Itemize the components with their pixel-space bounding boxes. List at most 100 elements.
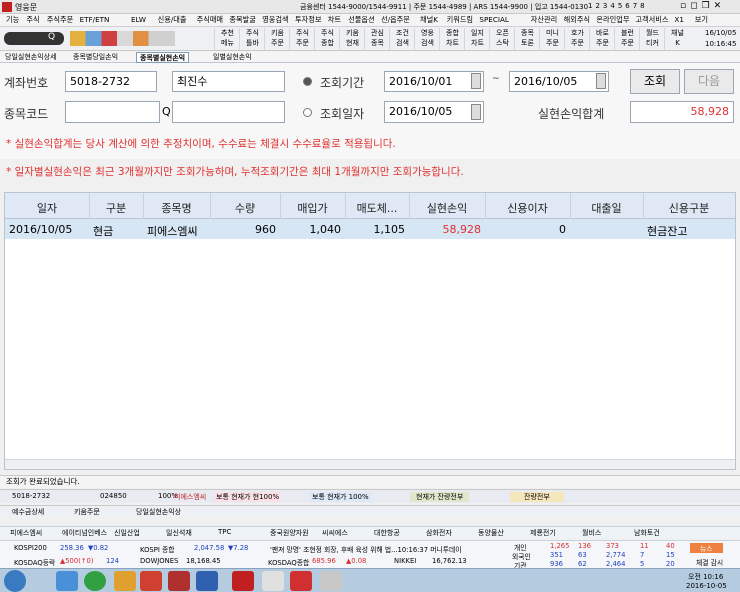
app3-icon[interactable]	[168, 571, 190, 591]
menu-item[interactable]: 주식	[26, 15, 39, 25]
chrome-icon[interactable]	[84, 571, 106, 591]
news-headline[interactable]: '팬져 망명' 조현정 회장, 후배 육성 위해 법...10:16:37 머니…	[270, 544, 502, 554]
heroes-icon[interactable]	[232, 571, 254, 591]
stock-item[interactable]: 일신석재	[166, 528, 192, 538]
menu-item[interactable]: 선/옵주문	[381, 15, 410, 25]
menu-item[interactable]: ETF/ETN	[80, 15, 110, 24]
stock-item[interactable]: 삼화전자	[426, 528, 452, 538]
menu-item[interactable]: 보기	[695, 15, 708, 25]
next-button[interactable]: 다음	[684, 69, 734, 94]
menu-item[interactable]: 영웅검색	[262, 15, 288, 25]
page-selector[interactable]: 12345678	[588, 2, 648, 10]
order-t3[interactable]: 현재가 잔량전부	[410, 492, 470, 502]
ie-icon[interactable]	[56, 571, 78, 591]
menu-item[interactable]: 해외주식	[564, 15, 590, 25]
menu-item[interactable]: 채널K	[420, 15, 438, 25]
order-account[interactable]: 5018-2732	[12, 492, 50, 500]
stock-item[interactable]: 씨씨에스	[322, 528, 348, 538]
window-tab[interactable]: 키움주문	[74, 507, 100, 517]
start-button[interactable]	[4, 570, 26, 592]
toolbar-button[interactable]: 바로 주문	[589, 28, 615, 50]
menu-item[interactable]: 키워드림	[447, 15, 473, 25]
window-tab[interactable]: 예수금상세	[12, 507, 44, 517]
day-radio[interactable]	[303, 108, 312, 117]
tab-1[interactable]: 종목별당일손익	[70, 52, 121, 63]
stock-item[interactable]: 중국원양자원	[270, 528, 309, 538]
order-code[interactable]: 024850	[100, 492, 127, 500]
menu-item[interactable]: 투자정보	[295, 15, 321, 25]
tab-0[interactable]: 당일실현손익상세	[2, 52, 60, 63]
order-t4[interactable]: 잔량전부	[510, 492, 564, 502]
stock-item[interactable]: 남화토건	[634, 528, 660, 538]
stock-item[interactable]: 신일산업	[114, 528, 140, 538]
stock-item[interactable]: TPC	[218, 528, 231, 536]
calendar-icon[interactable]	[471, 104, 481, 120]
app4-icon[interactable]	[196, 571, 218, 591]
menu-item[interactable]: ELW	[131, 15, 146, 24]
toolbar-button[interactable]: 오픈 스탁	[489, 28, 515, 50]
menu-item[interactable]: 주식매매	[197, 15, 223, 25]
date-from-input[interactable]: 2016/10/01	[384, 71, 484, 92]
calendar-icon[interactable]	[471, 73, 481, 89]
toolbar-button[interactable]: 채널 K	[664, 28, 690, 50]
date-to-input[interactable]: 2016/10/05	[509, 71, 609, 92]
trade-watch-button[interactable]: 체결 감시	[696, 557, 723, 567]
app6-icon[interactable]	[290, 571, 312, 591]
app2-icon[interactable]	[140, 571, 162, 591]
menu-item[interactable]: 기능	[6, 15, 19, 25]
app5-icon[interactable]	[262, 571, 284, 591]
menu-item[interactable]: 신용/대출	[158, 15, 187, 25]
day-input[interactable]: 2016/10/05	[384, 101, 484, 123]
menu-item[interactable]: 주식주문	[47, 15, 73, 25]
toolbar-shortcut-icons[interactable]	[70, 31, 175, 46]
toolbar-button[interactable]: 키움 주문	[264, 28, 290, 50]
menu-item[interactable]: 종목발굴	[229, 15, 255, 25]
tab-3[interactable]: 일별실현손익	[210, 52, 255, 63]
order-t2[interactable]: 보통 현재가 100%	[310, 492, 371, 502]
menu-item[interactable]: 자산관리	[531, 15, 557, 25]
toolbar-button[interactable]: 미니 주문	[539, 28, 565, 50]
toolbar-button[interactable]: 키움 현재	[339, 28, 365, 50]
toolbar-button[interactable]: 주식 종합	[314, 28, 340, 50]
code-search-icon[interactable]: Q	[162, 105, 171, 118]
toolbar-button[interactable]: 일지 차트	[464, 28, 490, 50]
stock-item[interactable]: 대한항공	[374, 528, 400, 538]
toolbar-button[interactable]: 종합 차트	[439, 28, 465, 50]
code-input[interactable]	[65, 101, 160, 123]
app1-icon[interactable]	[114, 571, 136, 591]
toolbar-button[interactable]: 블런 주문	[614, 28, 640, 50]
menu-item[interactable]: 선물옵션	[348, 15, 374, 25]
toolbar-button[interactable]: 월드 티커	[639, 28, 665, 50]
toolbar-button[interactable]: 종목 토론	[514, 28, 540, 50]
stock-item[interactable]: 동양물산	[478, 528, 504, 538]
toolbar-button[interactable]: 주식 틀바	[239, 28, 265, 50]
stock-item[interactable]: 제룡전기	[530, 528, 556, 538]
menu-item[interactable]: SPECIAL	[479, 15, 509, 24]
period-radio[interactable]	[303, 77, 312, 86]
stock-item[interactable]: 월비스	[582, 528, 601, 538]
table-row[interactable]: 2016/10/05 현금 피에스엠씨 960 1,040 1,105 58,928 0 현금잔…	[5, 219, 735, 239]
toolbar-button[interactable]: 추천 메뉴	[214, 28, 240, 50]
app7-icon[interactable]	[320, 571, 342, 591]
toolbar-button[interactable]: 영웅 검색	[414, 28, 440, 50]
account-select[interactable]: 5018-2732	[65, 71, 157, 92]
toolbar-button[interactable]: 조건 검색	[389, 28, 415, 50]
menu-item[interactable]: 고객서비스	[635, 15, 668, 25]
calendar-icon[interactable]	[596, 73, 606, 89]
query-button[interactable]: 조회	[630, 69, 680, 94]
news-button[interactable]: 뉴스	[690, 543, 723, 553]
toolbar-button[interactable]: 주식 주문	[289, 28, 315, 50]
order-t1[interactable]: 보통 현재가 현100%	[214, 492, 282, 502]
tab-2[interactable]: 종목별실현손익	[136, 52, 190, 63]
window-controls[interactable]: ▫◻❐✕	[680, 1, 725, 11]
menu-item[interactable]: 온라인업무	[596, 15, 629, 25]
scrollbar[interactable]	[5, 459, 735, 469]
menu-item[interactable]: X1	[674, 15, 684, 24]
stock-item[interactable]: 피에스엠씨	[10, 528, 42, 538]
toolbar-button[interactable]: 관심 종목	[364, 28, 390, 50]
window-tab[interactable]: 당일실현손익상	[136, 507, 181, 517]
result-grid[interactable]: 일자 구분 종목명 수량 매입가 매도체... 실현손익 신용이자 대출일 신용구분 2016/1…	[4, 192, 736, 470]
menu-item[interactable]: 차트	[328, 15, 341, 25]
search-icon[interactable]: Q	[48, 32, 55, 42]
stock-item[interactable]: 에이티넘인베스	[62, 528, 107, 538]
